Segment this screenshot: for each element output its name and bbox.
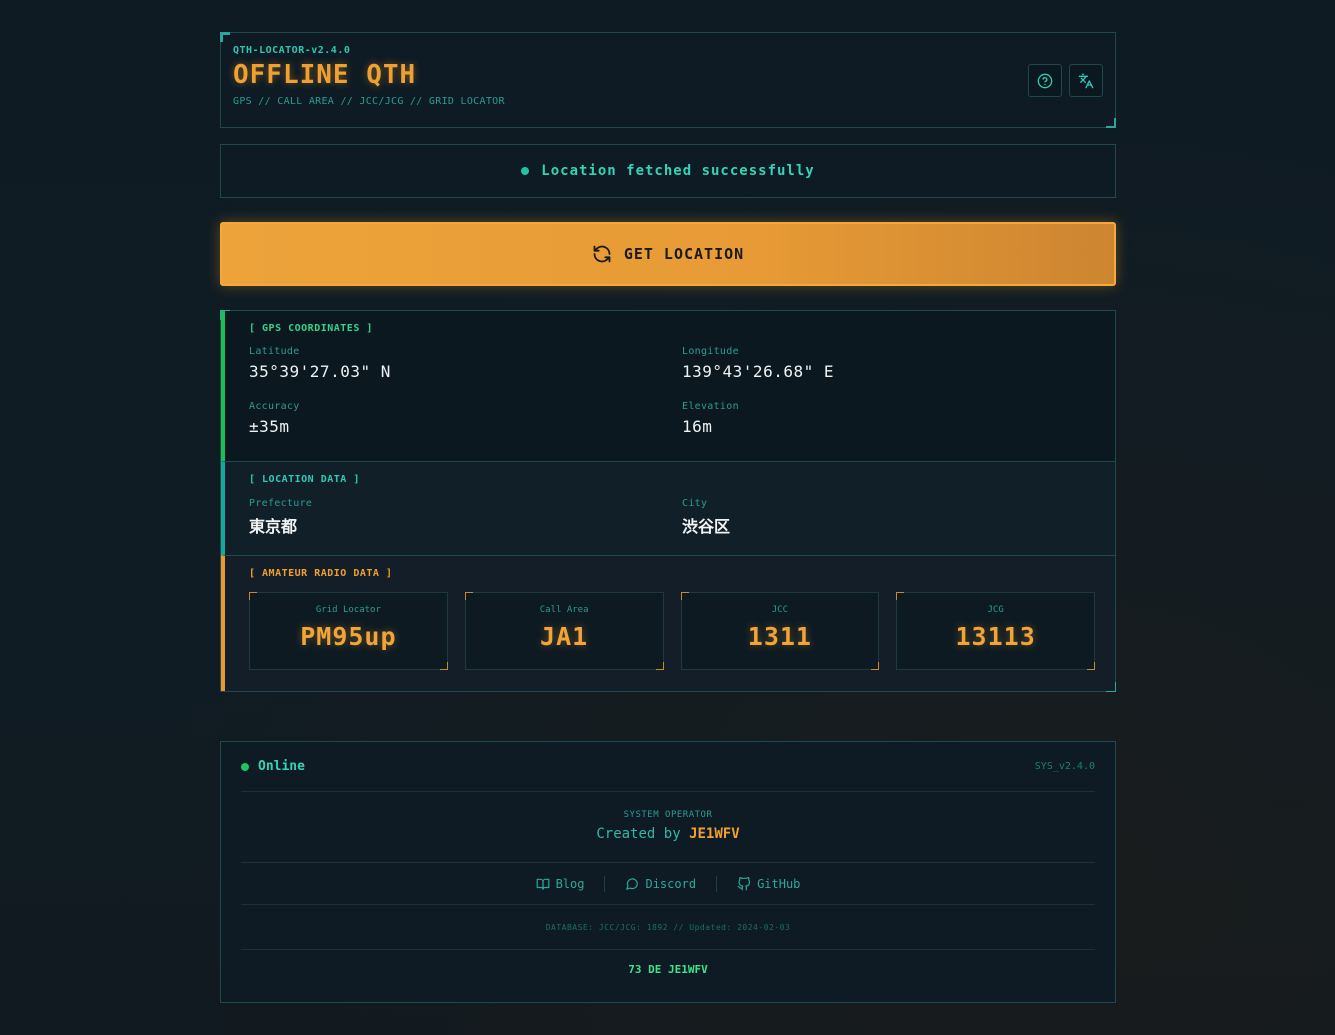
card-label: Grid Locator	[315, 605, 381, 615]
card-value: 13113	[955, 622, 1036, 651]
online-dot-icon	[241, 762, 249, 771]
created-by-text: Created by	[596, 826, 681, 842]
app-version: QTH-LOCATOR-v2.4.0	[233, 45, 351, 56]
prefecture-field: Prefecture 東京都	[249, 498, 682, 537]
location-section: [ LOCATION DATA ] Prefecture 東京都 City 渋谷…	[221, 461, 1115, 555]
latitude-label: Latitude	[249, 346, 300, 357]
footer: Online SYS_v2.4.0 SYSTEM OPERATOR Create…	[220, 741, 1116, 1003]
chat-bubble-icon	[626, 877, 639, 890]
header-actions	[1028, 64, 1103, 97]
footer-status-bar: Online SYS_v2.4.0	[241, 742, 1095, 792]
card-label: JCG	[987, 605, 1004, 615]
city-field: City 渋谷区	[682, 498, 1095, 537]
online-indicator: Online	[241, 759, 305, 774]
blog-link-label: Blog	[555, 876, 585, 891]
refresh-icon	[593, 245, 611, 263]
city-value: 渋谷区	[682, 517, 731, 536]
corner-accent	[1106, 118, 1116, 128]
longitude-label: Longitude	[682, 346, 739, 357]
status-banner: Location fetched successfully	[220, 144, 1116, 198]
location-section-title: [ LOCATION DATA ]	[249, 474, 360, 485]
database-info: DATABASE: JCC/JCG: 1892 // Updated: 2024…	[241, 905, 1095, 950]
system-version: SYS_v2.4.0	[1034, 761, 1095, 772]
help-circle-icon	[1037, 73, 1053, 88]
page-title: OFFLINE QTH	[233, 60, 417, 90]
jcc-card: JCC 1311	[680, 592, 880, 670]
gps-section-title: [ GPS COORDINATES ]	[249, 323, 373, 334]
online-text: Online	[258, 759, 305, 774]
grid-locator-card: Grid Locator PM95up	[249, 592, 448, 670]
corner-accent	[220, 32, 230, 42]
card-label: JCC	[771, 605, 788, 615]
footer-links: Blog Discord GitHub	[241, 863, 1095, 905]
get-location-button[interactable]: GET LOCATION	[220, 222, 1116, 286]
radio-section-title: [ AMATEUR RADIO DATA ]	[249, 568, 393, 579]
accuracy-value: ±35m	[249, 417, 290, 436]
get-location-label: GET LOCATION	[623, 245, 745, 263]
language-button[interactable]	[1069, 64, 1103, 97]
city-label: City	[682, 498, 708, 509]
operator-name: JE1WFV	[689, 826, 740, 842]
accuracy-label: Accuracy	[249, 401, 300, 412]
call-area-card: Call Area JA1	[464, 592, 664, 670]
app-header: QTH-LOCATOR-v2.4.0 OFFLINE QTH GPS // CA…	[220, 32, 1116, 128]
elevation-value: 16m	[682, 417, 713, 436]
jcg-card: JCG 13113	[896, 592, 1095, 670]
data-panel: [ GPS COORDINATES ] Latitude 35°39'27.03…	[220, 310, 1116, 692]
operator-block: SYSTEM OPERATOR Created by JE1WFV	[241, 792, 1095, 863]
latitude-value: 35°39'27.03" N	[249, 362, 391, 381]
longitude-field: Longitude 139°43'26.68" E	[682, 346, 1095, 381]
radio-cards: Grid Locator PM95up Call Area JA1 JCC 13…	[249, 592, 1095, 670]
card-value: 1311	[747, 622, 812, 651]
app-subtitle: GPS // CALL AREA // JCC/JCG // GRID LOCA…	[233, 96, 505, 107]
radio-section: [ AMATEUR RADIO DATA ] Grid Locator PM95…	[221, 555, 1115, 691]
discord-link[interactable]: Discord	[605, 877, 716, 891]
translate-icon	[1078, 73, 1094, 88]
gps-section: [ GPS COORDINATES ] Latitude 35°39'27.03…	[221, 311, 1115, 461]
status-dot-icon	[521, 167, 530, 175]
discord-link-label: Discord	[645, 876, 697, 891]
blog-link[interactable]: Blog	[516, 877, 605, 891]
elevation-field: Elevation 16m	[682, 401, 1095, 436]
elevation-label: Elevation	[682, 401, 739, 412]
prefecture-value: 東京都	[249, 517, 298, 536]
github-icon	[737, 876, 751, 890]
longitude-value: 139°43'26.68" E	[682, 362, 834, 381]
card-label: Call Area	[539, 605, 589, 615]
app-container: QTH-LOCATOR-v2.4.0 OFFLINE QTH GPS // CA…	[220, 32, 1116, 692]
signoff-text: 73 DE JE1WFV	[628, 963, 708, 976]
card-value: PM95up	[300, 622, 397, 651]
card-value: JA1	[540, 622, 589, 651]
status-text: Location fetched successfully	[541, 163, 815, 179]
github-link[interactable]: GitHub	[717, 876, 820, 891]
created-by-line: Created by JE1WFV	[241, 826, 1095, 842]
latitude-field: Latitude 35°39'27.03" N	[249, 346, 682, 381]
book-icon	[536, 878, 549, 890]
prefecture-label: Prefecture	[249, 498, 313, 509]
help-button[interactable]	[1028, 64, 1062, 97]
operator-label: SYSTEM OPERATOR	[623, 810, 713, 820]
github-link-label: GitHub	[757, 876, 801, 891]
accuracy-field: Accuracy ±35m	[249, 401, 682, 436]
